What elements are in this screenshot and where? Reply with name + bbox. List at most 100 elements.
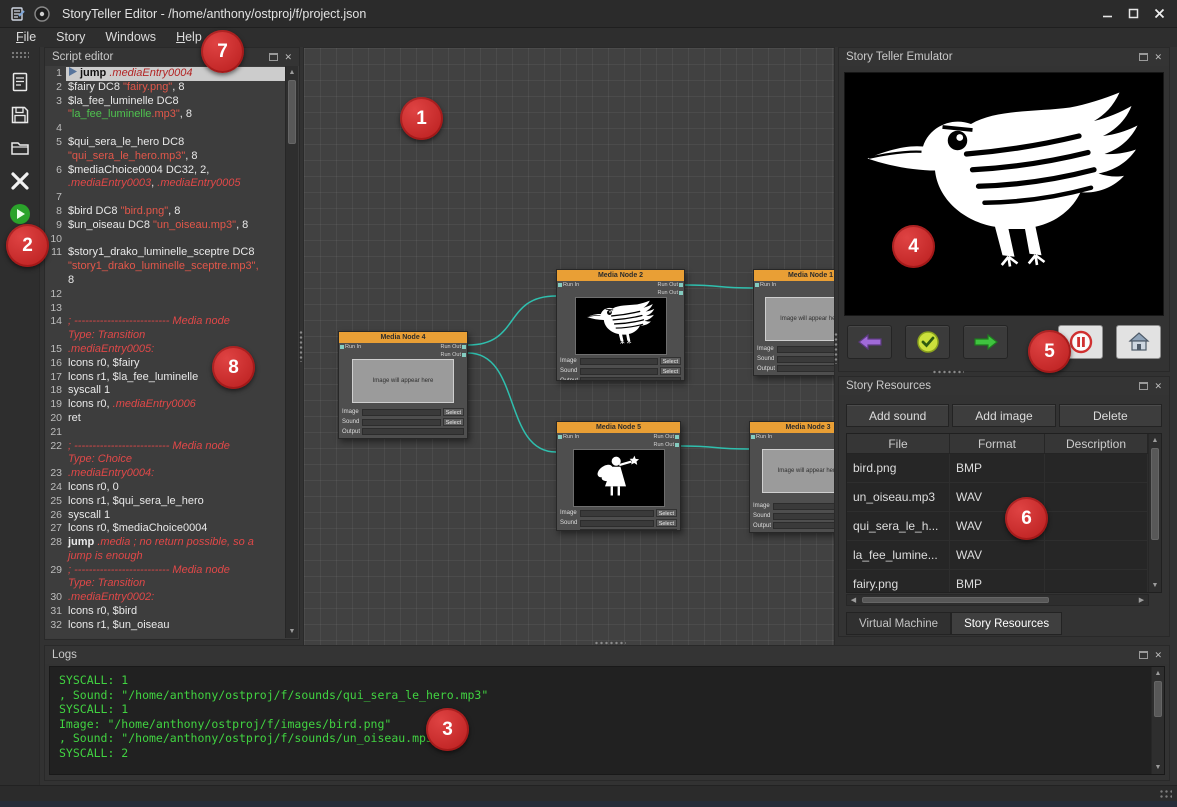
select-button[interactable]: Select	[656, 509, 677, 517]
code-line[interactable]: 28jump .media ; no return possible, so a…	[46, 536, 285, 564]
toolbar-grip[interactable]	[11, 51, 29, 60]
scrollbar-thumb[interactable]	[1151, 448, 1159, 540]
scrollbar-thumb[interactable]	[862, 597, 1049, 603]
new-script-button[interactable]	[5, 68, 35, 96]
node-field[interactable]	[362, 428, 464, 435]
scroll-up-icon[interactable]: ▲	[1152, 667, 1164, 680]
media-node[interactable]: Media Node 3Run InRun OutRun OutImage wi…	[749, 421, 835, 533]
output-port[interactable]: Run Out	[654, 442, 679, 448]
menu-story[interactable]: Story	[46, 28, 95, 47]
scroll-down-icon[interactable]: ▼	[286, 625, 298, 638]
add-sound-button[interactable]: Add sound	[846, 404, 949, 427]
code-line[interactable]: 6$mediaChoice0004 DC32, 2,.mediaEntry000…	[46, 164, 285, 192]
code-line[interactable]: 5$qui_sera_le_hero DC8"qui_sera_le_hero.…	[46, 136, 285, 164]
node-field[interactable]	[580, 377, 681, 381]
delete-button[interactable]: Delete	[1059, 404, 1162, 427]
node-graph-canvas[interactable]: Media Node 4Run InRun OutRun OutImage wi…	[303, 47, 835, 648]
scroll-down-icon[interactable]: ▼	[1149, 579, 1161, 592]
resources-table[interactable]: File Format Description bird.pngBMPun_oi…	[846, 433, 1162, 593]
scroll-up-icon[interactable]: ▲	[1149, 434, 1161, 447]
table-row[interactable]: bird.pngBMP	[847, 454, 1148, 483]
select-button[interactable]: Select	[443, 408, 464, 416]
menu-windows[interactable]: Windows	[95, 28, 166, 47]
code-line[interactable]: 12	[46, 288, 285, 302]
scroll-left-icon[interactable]: ◀	[847, 595, 860, 605]
maximize-button[interactable]	[1121, 4, 1145, 24]
media-node[interactable]: Media Node 1Run InRun OutRun OutImage wi…	[753, 269, 835, 376]
float-panel-icon[interactable]	[1139, 651, 1148, 659]
home-button[interactable]	[1116, 325, 1161, 359]
scrollbar-thumb[interactable]	[1154, 681, 1162, 717]
code-line[interactable]: 29; -------------------------- Media nod…	[46, 564, 285, 592]
code-line[interactable]: 31lcons r0, $bird	[46, 605, 285, 619]
scrollbar-thumb[interactable]	[288, 80, 296, 144]
code-line[interactable]: 2$fairy DC8 "fairy.png", 8	[46, 81, 285, 95]
scroll-up-icon[interactable]: ▲	[286, 66, 298, 79]
code-line[interactable]: 11$story1_drako_luminelle_sceptre DC8"st…	[46, 246, 285, 287]
table-row[interactable]: fairy.pngBMP	[847, 570, 1148, 592]
add-image-button[interactable]: Add image	[952, 404, 1055, 427]
close-panel-icon[interactable]: ✕	[284, 53, 292, 62]
table-horizontal-scrollbar[interactable]: ◀ ▶	[846, 594, 1149, 606]
open-button[interactable]	[5, 134, 35, 162]
input-port[interactable]: Run In	[558, 434, 579, 440]
logs-scrollbar[interactable]: ▲ ▼	[1151, 667, 1164, 774]
output-port[interactable]: Run Out	[441, 352, 466, 358]
resize-grip[interactable]	[1159, 789, 1172, 800]
app-menu-icon[interactable]	[8, 4, 28, 24]
media-node[interactable]: Media Node 5Run InRun OutRun OutImageSel…	[556, 421, 681, 531]
splitter-handle[interactable]	[834, 332, 838, 364]
close-panel-icon[interactable]: ✕	[1154, 651, 1162, 660]
code-line[interactable]: 1jump .mediaEntry0004	[46, 67, 285, 81]
code-line[interactable]: 25lcons r1, $qui_sera_le_hero	[46, 495, 285, 509]
node-field[interactable]	[773, 522, 835, 529]
save-button[interactable]	[5, 101, 35, 129]
node-field[interactable]	[580, 358, 658, 365]
node-field[interactable]	[580, 520, 654, 527]
node-field[interactable]	[773, 513, 835, 520]
next-button[interactable]	[963, 325, 1008, 359]
column-format[interactable]: Format	[950, 434, 1045, 453]
close-panel-icon[interactable]: ✕	[1154, 53, 1162, 62]
tab-virtual-machine[interactable]: Virtual Machine	[846, 612, 951, 635]
table-row[interactable]: la_fee_lumine...WAV	[847, 541, 1148, 570]
code-line[interactable]: 30.mediaEntry0002:	[46, 591, 285, 605]
table-scrollbar[interactable]: ▲ ▼	[1148, 434, 1161, 592]
previous-button[interactable]	[847, 325, 892, 359]
node-field[interactable]	[777, 365, 835, 372]
splitter-handle[interactable]	[299, 330, 303, 362]
input-port[interactable]: Run In	[755, 282, 776, 288]
select-button[interactable]: Select	[660, 367, 681, 375]
node-field[interactable]	[773, 503, 835, 510]
code-line[interactable]: 4	[46, 122, 285, 136]
select-button[interactable]: Select	[660, 357, 681, 365]
code-line[interactable]: 8$bird DC8 "bird.png", 8	[46, 205, 285, 219]
float-panel-icon[interactable]	[1139, 382, 1148, 390]
media-node[interactable]: Media Node 4Run InRun OutRun OutImage wi…	[338, 331, 468, 439]
close-button[interactable]	[1147, 4, 1171, 24]
code-line[interactable]: 18syscall 1	[46, 384, 285, 398]
output-port[interactable]: Run Out	[654, 434, 679, 440]
column-description[interactable]: Description	[1045, 434, 1148, 453]
float-panel-icon[interactable]	[1139, 53, 1148, 61]
code-line[interactable]: 19lcons r0, .mediaEntry0006	[46, 398, 285, 412]
node-field[interactable]	[580, 529, 677, 531]
accept-button[interactable]	[905, 325, 950, 359]
select-button[interactable]: Select	[443, 418, 464, 426]
node-field[interactable]	[580, 368, 658, 375]
input-port[interactable]: Run In	[558, 282, 579, 288]
select-button[interactable]: Select	[656, 519, 677, 527]
editor-scrollbar[interactable]: ▲ ▼	[285, 66, 298, 638]
table-row[interactable]: un_oiseau.mp3WAV	[847, 483, 1148, 512]
code-line[interactable]: 20ret	[46, 412, 285, 426]
code-line[interactable]: 7	[46, 191, 285, 205]
output-port[interactable]: Run Out	[658, 290, 683, 296]
code-line[interactable]: 26syscall 1	[46, 509, 285, 523]
code-line[interactable]: 9$un_oiseau DC8 "un_oiseau.mp3", 8	[46, 219, 285, 233]
code-line[interactable]: 23.mediaEntry0004:	[46, 467, 285, 481]
node-field[interactable]	[362, 419, 441, 426]
output-port[interactable]: Run Out	[441, 344, 466, 350]
code-line[interactable]: 13	[46, 302, 285, 316]
output-port[interactable]: Run Out	[658, 282, 683, 288]
node-field[interactable]	[777, 346, 835, 353]
